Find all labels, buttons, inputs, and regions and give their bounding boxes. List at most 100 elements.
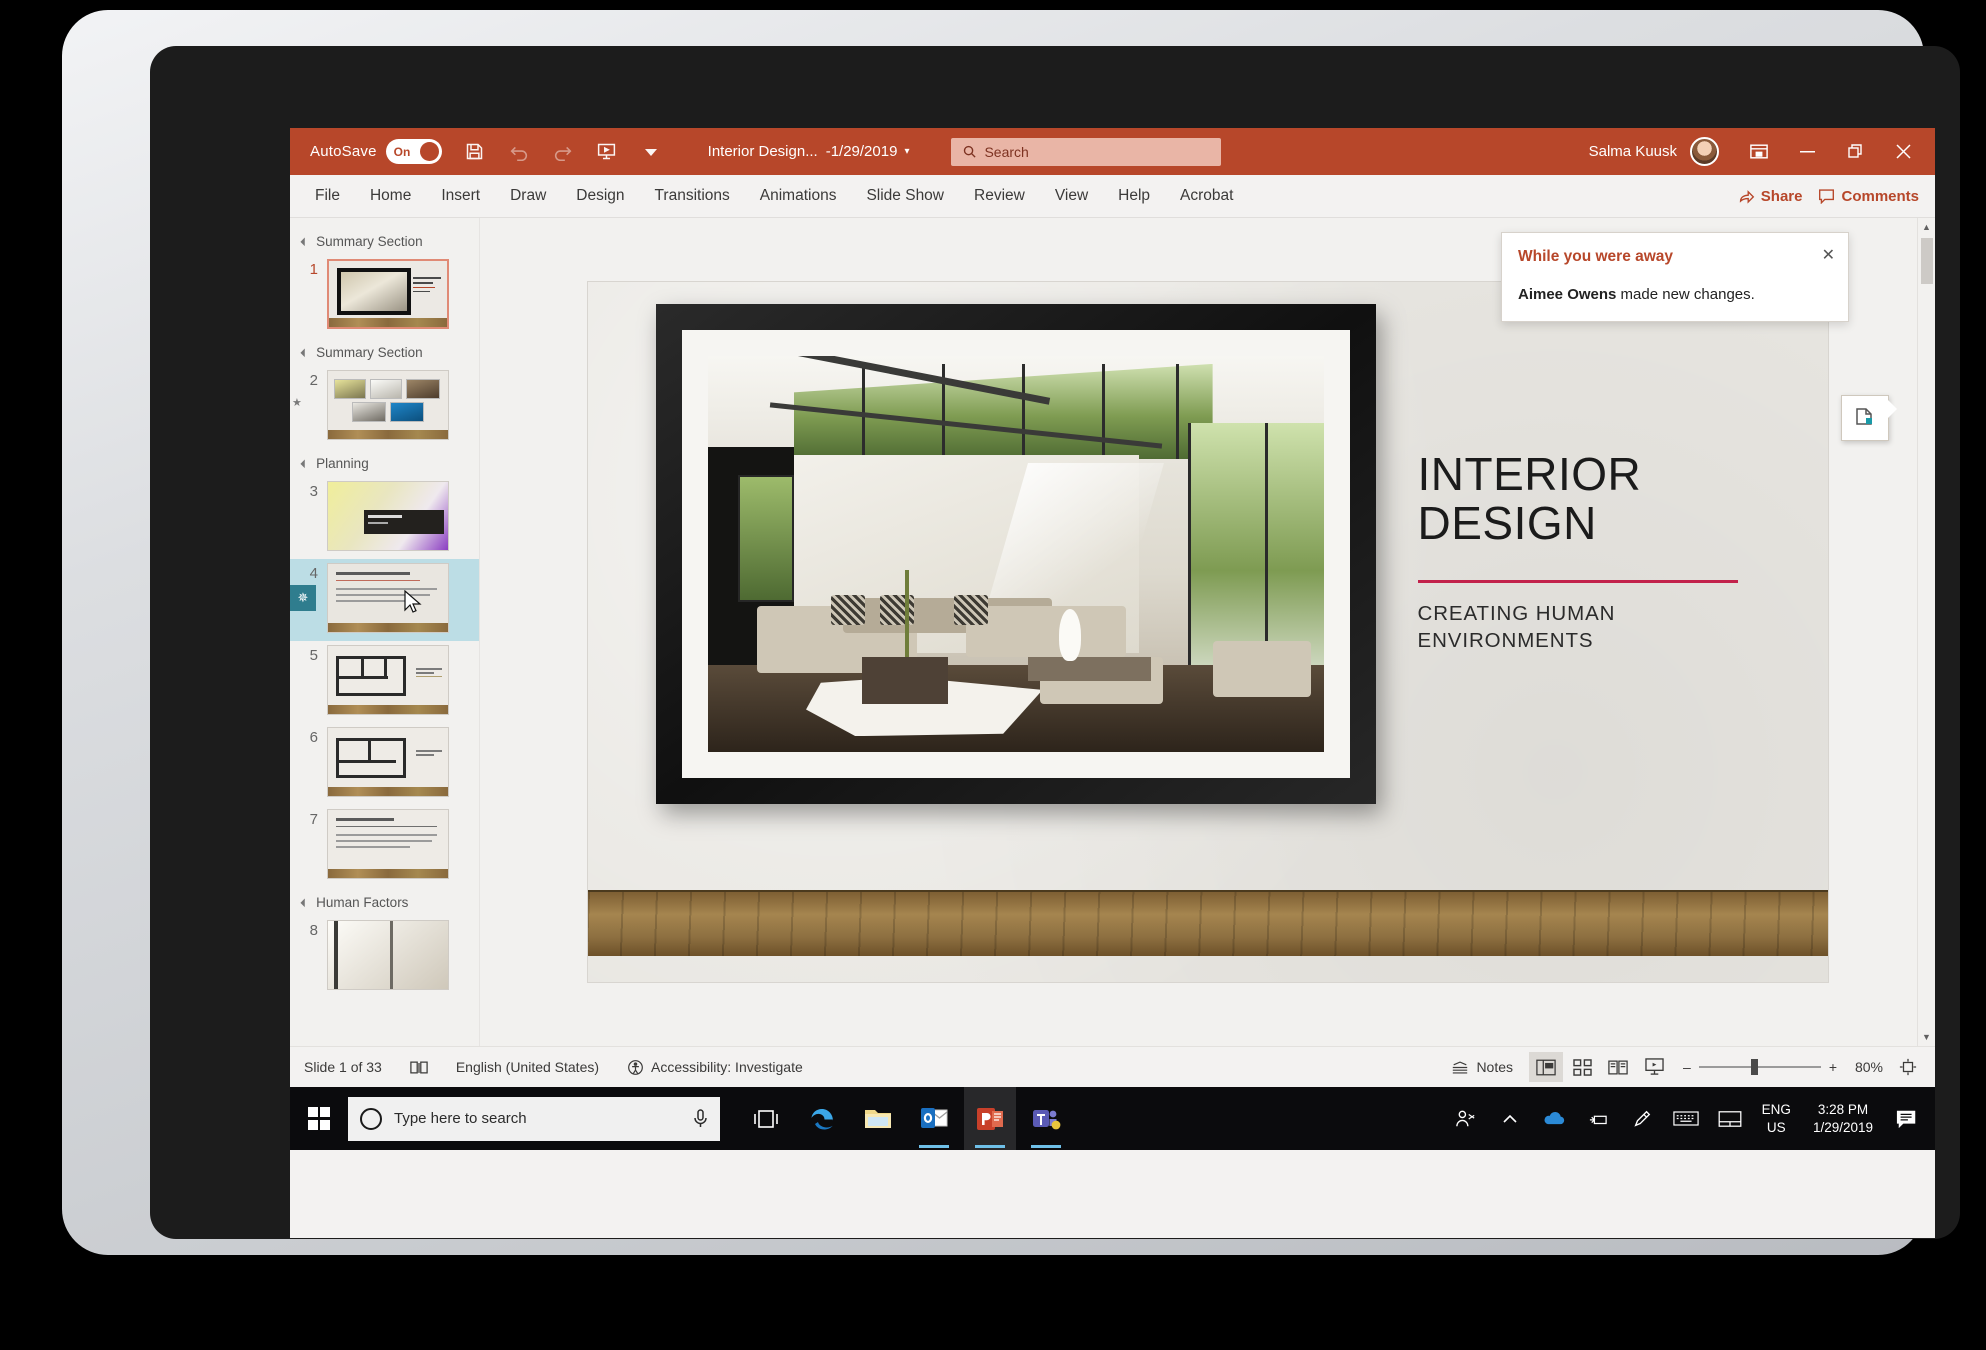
taskbar-teams-button[interactable]	[1020, 1087, 1072, 1150]
slide-thumbnail-image[interactable]	[327, 809, 449, 879]
view-slide-sorter-button[interactable]	[1565, 1052, 1599, 1082]
tab-home[interactable]: Home	[355, 175, 426, 218]
slide-thumbnail-image[interactable]	[327, 920, 449, 990]
canvas-vertical-scrollbar[interactable]: ▲ ▼	[1917, 218, 1935, 1046]
thumbnail-slide-7[interactable]: 7	[290, 805, 479, 887]
taskbar-file-explorer-button[interactable]	[852, 1087, 904, 1150]
save-icon[interactable]	[456, 133, 494, 171]
thumbnail-slide-1[interactable]: 1	[290, 255, 479, 337]
thumbnail-slide-2[interactable]: 2 ★	[290, 366, 479, 448]
tab-draw[interactable]: Draw	[495, 175, 561, 218]
view-reading-button[interactable]	[1601, 1052, 1635, 1082]
view-slide-show-button[interactable]	[1637, 1052, 1671, 1082]
show-hidden-icons-icon[interactable]	[1490, 1087, 1530, 1150]
slide-thumbnail-image[interactable]	[327, 259, 449, 329]
section-header-summary-1[interactable]: ◣ Summary Section	[290, 226, 479, 255]
language-status[interactable]: English (United States)	[442, 1047, 613, 1087]
tab-animations[interactable]: Animations	[745, 175, 852, 218]
people-icon[interactable]	[1446, 1087, 1486, 1150]
paste-options-icon[interactable]	[1841, 395, 1897, 441]
thumbnail-slide-4[interactable]: 4 ✵	[290, 559, 479, 641]
zoom-out-button[interactable]: –	[1683, 1059, 1691, 1075]
pen-icon[interactable]	[1622, 1087, 1662, 1150]
thumbnail-slide-5[interactable]: 5	[290, 641, 479, 723]
taskbar-powerpoint-button[interactable]	[964, 1087, 1016, 1150]
tab-acrobat[interactable]: Acrobat	[1165, 175, 1248, 218]
slide-thumbnail-pane[interactable]: ◣ Summary Section 1 ◣ Summary Section 2 …	[290, 218, 480, 1046]
animation-badge-icon[interactable]: ✵	[290, 585, 316, 611]
restore-button[interactable]	[1833, 132, 1877, 172]
touchpad-icon[interactable]	[1710, 1087, 1750, 1150]
zoom-track[interactable]	[1698, 1059, 1821, 1075]
customize-quick-access-icon[interactable]	[632, 133, 670, 171]
scroll-up-icon[interactable]: ▲	[1918, 218, 1935, 236]
spell-check-status[interactable]	[396, 1047, 442, 1087]
slide-thumbnail-image[interactable]	[327, 481, 449, 551]
framed-photo-shape[interactable]	[655, 304, 1376, 804]
autosave-control[interactable]: AutoSave On	[310, 139, 442, 164]
tab-transitions[interactable]: Transitions	[640, 175, 745, 218]
microphone-icon[interactable]	[693, 1108, 708, 1129]
fit-slide-to-window-button[interactable]	[1891, 1052, 1925, 1082]
document-title[interactable]: Interior Design...	[708, 143, 818, 160]
tab-insert[interactable]: Insert	[426, 175, 495, 218]
network-icon[interactable]	[1578, 1087, 1618, 1150]
tab-file[interactable]: File	[300, 175, 355, 218]
slide-thumbnail-image[interactable]	[327, 645, 449, 715]
slide-thumbnail-image[interactable]	[327, 563, 449, 633]
section-header-summary-2[interactable]: ◣ Summary Section	[290, 337, 479, 366]
document-menu-chevron-icon[interactable]: ▾	[904, 146, 909, 157]
thumbnail-slide-8[interactable]: 8	[290, 916, 479, 998]
zoom-knob[interactable]	[1750, 1059, 1758, 1075]
view-normal-button[interactable]	[1529, 1052, 1564, 1082]
accessibility-status[interactable]: Accessibility: Investigate	[613, 1047, 817, 1087]
thumbnail-slide-6[interactable]: 6	[290, 723, 479, 805]
undo-icon[interactable]	[500, 133, 538, 171]
tab-view[interactable]: View	[1040, 175, 1103, 218]
clock[interactable]: 3:28 PM 1/29/2019	[1803, 1101, 1883, 1136]
tab-help[interactable]: Help	[1103, 175, 1165, 218]
onedrive-icon[interactable]	[1534, 1087, 1574, 1150]
avatar[interactable]	[1690, 137, 1719, 166]
ribbon-display-options-icon[interactable]	[1737, 132, 1781, 172]
tab-design[interactable]: Design	[561, 175, 639, 218]
user-name[interactable]: Salma Kuusk	[1589, 143, 1677, 160]
search-box[interactable]: Search	[951, 137, 1222, 166]
scrollbar-thumb[interactable]	[1921, 238, 1933, 284]
redo-icon[interactable]	[544, 133, 582, 171]
taskbar-search-box[interactable]: Type here to search	[348, 1096, 720, 1141]
taskbar-outlook-button[interactable]	[908, 1087, 960, 1150]
while-you-were-away-notification[interactable]: While you were away ✕ Aimee Owens made n…	[1501, 232, 1849, 322]
start-presentation-icon[interactable]	[588, 133, 626, 171]
mini-photo	[390, 402, 424, 422]
slide-subtitle[interactable]: CREATING HUMAN ENVIRONMENTS	[1418, 600, 1758, 654]
taskbar-task-view-button[interactable]	[740, 1087, 792, 1150]
zoom-in-button[interactable]: +	[1829, 1059, 1837, 1075]
start-button[interactable]	[290, 1087, 348, 1150]
close-button[interactable]	[1881, 132, 1925, 172]
notes-button[interactable]: Notes	[1437, 1059, 1527, 1075]
thumbnail-slide-3[interactable]: 3	[290, 477, 479, 559]
accessibility-icon	[628, 1059, 643, 1075]
slide-title[interactable]: INTERIOR DESIGN	[1418, 450, 1778, 548]
input-language-indicator[interactable]: ENG US	[1754, 1101, 1799, 1136]
tab-review[interactable]: Review	[959, 175, 1040, 218]
action-center-icon[interactable]	[1887, 1087, 1927, 1150]
taskbar-edge-button[interactable]	[796, 1087, 848, 1150]
minimize-button[interactable]	[1785, 132, 1829, 172]
section-header-human-factors[interactable]: ◣ Human Factors	[290, 887, 479, 916]
share-button[interactable]: Share	[1738, 188, 1802, 205]
scroll-down-icon[interactable]: ▼	[1918, 1028, 1935, 1046]
touch-keyboard-icon[interactable]	[1666, 1087, 1706, 1150]
zoom-level[interactable]: 80%	[1849, 1059, 1889, 1075]
autosave-toggle[interactable]: On	[385, 139, 442, 164]
zoom-slider[interactable]: – +	[1683, 1059, 1837, 1075]
comments-button[interactable]: Comments	[1818, 188, 1919, 205]
slide-counter[interactable]: Slide 1 of 33	[290, 1047, 396, 1087]
section-header-planning[interactable]: ◣ Planning	[290, 448, 479, 477]
tab-slide-show[interactable]: Slide Show	[851, 175, 959, 218]
slide-thumbnail-image[interactable]	[327, 370, 449, 440]
current-slide[interactable]: INTERIOR DESIGN CREATING HUMAN ENVIRONME…	[587, 282, 1828, 982]
close-icon[interactable]: ✕	[1822, 245, 1835, 265]
slide-thumbnail-image[interactable]	[327, 727, 449, 797]
